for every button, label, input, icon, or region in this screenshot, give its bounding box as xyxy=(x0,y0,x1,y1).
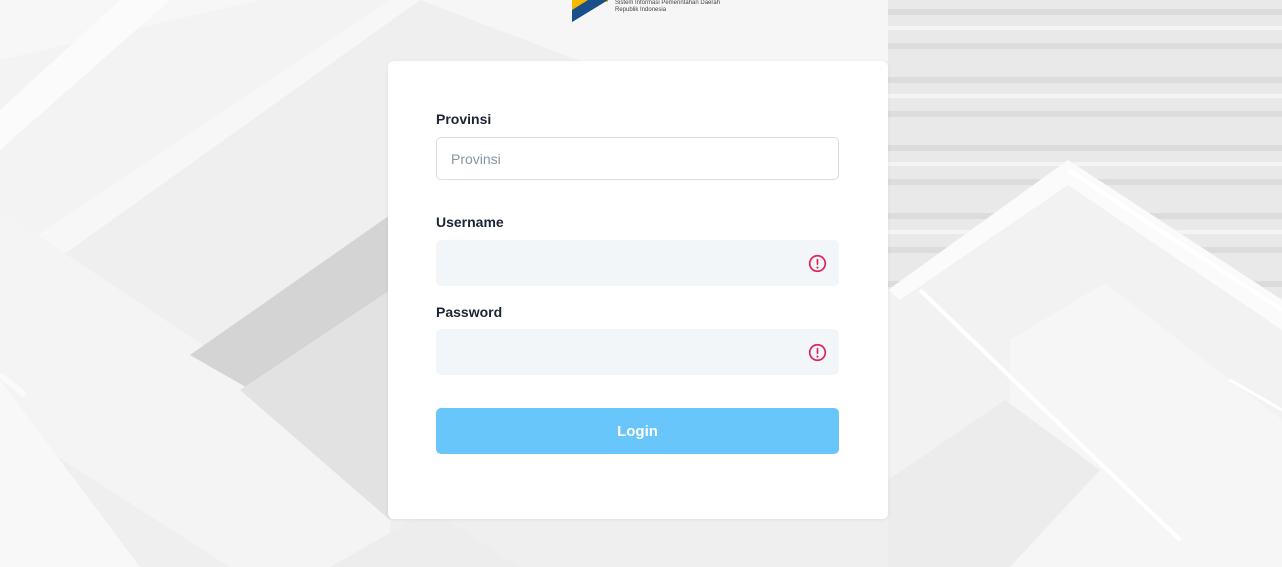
logo-text: Sistem Informasi Pemerintahan Daerah Rep… xyxy=(615,0,720,14)
logo-mark-icon xyxy=(572,0,608,22)
username-label: Username xyxy=(436,214,504,230)
logo-text-line2: Republik Indonesia xyxy=(615,7,667,13)
alert-circle-icon xyxy=(808,343,827,362)
password-input[interactable] xyxy=(436,329,839,375)
login-card: Provinsi Username Password Login xyxy=(388,61,888,519)
sipd-logo: Sistem Informasi Pemerintahan Daerah Rep… xyxy=(572,0,742,24)
logo-text-line1: Sistem Informasi Pemerintahan Daerah xyxy=(615,0,721,6)
login-button[interactable]: Login xyxy=(436,408,839,454)
username-input[interactable] xyxy=(436,240,839,286)
provinsi-field-wrapper xyxy=(436,137,839,180)
alert-circle-icon xyxy=(808,254,827,273)
password-label: Password xyxy=(436,304,503,320)
password-field-wrapper xyxy=(436,329,839,375)
provinsi-input[interactable] xyxy=(436,137,839,180)
username-field-wrapper xyxy=(436,240,839,286)
provinsi-label: Provinsi xyxy=(436,111,492,127)
